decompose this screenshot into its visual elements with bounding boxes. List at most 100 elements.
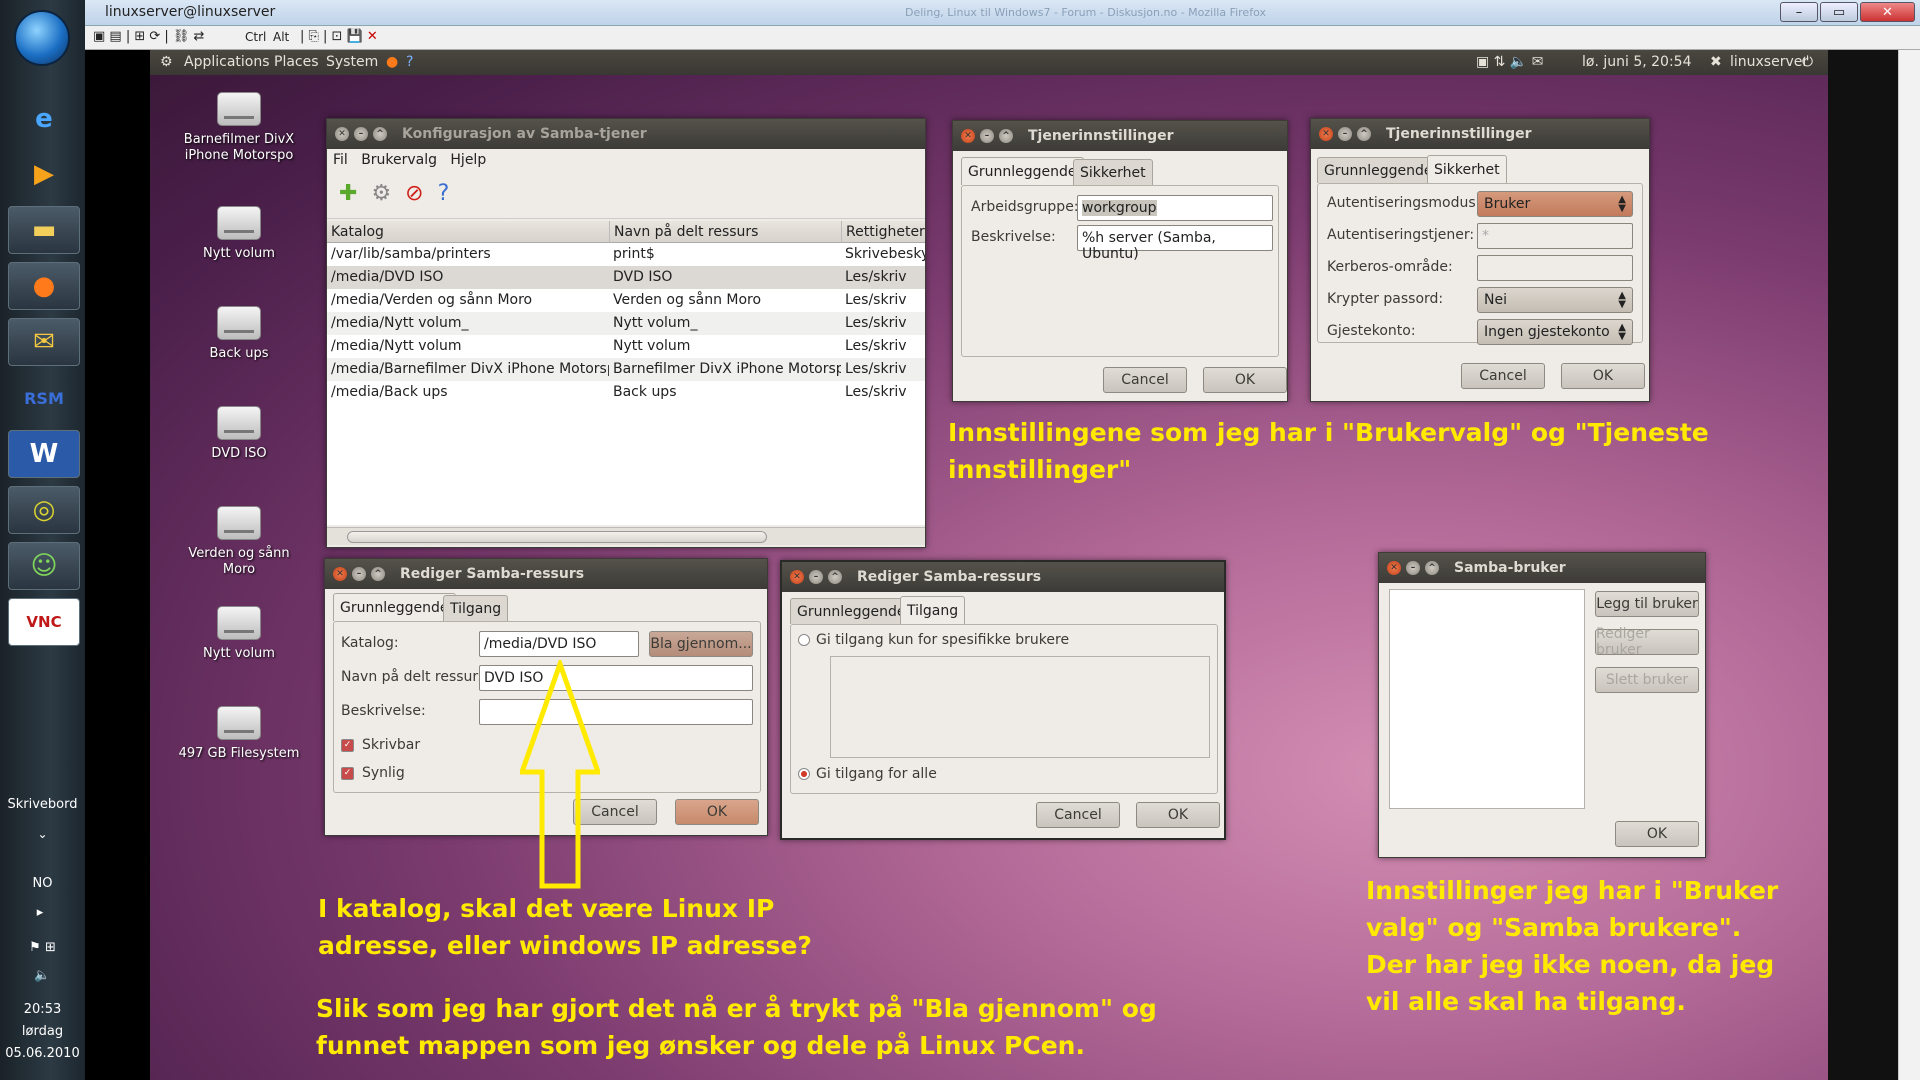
column-header-directory[interactable]: Katalog bbox=[327, 221, 609, 243]
add-share-icon[interactable]: ✚ bbox=[339, 181, 357, 206]
firefox-icon[interactable]: ● bbox=[8, 262, 80, 310]
close-icon[interactable]: ✕ bbox=[335, 127, 349, 141]
volume-icon[interactable]: 🔈 bbox=[0, 968, 85, 983]
table-row[interactable]: /media/Back ups Back ups Les/skriv bbox=[327, 381, 925, 404]
column-header-share-name[interactable]: Navn på delt ressurs bbox=[609, 221, 841, 243]
radio-all-users[interactable]: Gi tilgang for alle bbox=[798, 766, 937, 782]
horizontal-scrollbar[interactable] bbox=[327, 527, 925, 545]
minimize-icon[interactable]: – bbox=[809, 570, 823, 584]
menu-places[interactable]: Places bbox=[274, 54, 319, 70]
media-player-icon[interactable]: ▶ bbox=[8, 150, 80, 198]
language-indicator[interactable]: NO bbox=[0, 876, 85, 891]
table-row[interactable]: /var/lib/samba/printers print$ Skrivebesky bbox=[327, 243, 925, 266]
power-icon[interactable]: ⏻ bbox=[1802, 54, 1813, 70]
panel-datetime[interactable]: lø. juni 5, 20:54 bbox=[1582, 54, 1691, 70]
close-icon[interactable]: ✕ bbox=[1387, 561, 1401, 575]
add-user-button[interactable]: Legg til bruker bbox=[1595, 591, 1699, 617]
ok-button[interactable]: OK bbox=[1136, 802, 1220, 828]
alt-key-button[interactable]: Alt bbox=[273, 30, 289, 44]
cancel-button[interactable]: Cancel bbox=[1036, 802, 1120, 828]
ok-button[interactable]: OK bbox=[675, 799, 759, 825]
user-list-box[interactable] bbox=[830, 656, 1210, 758]
maximize-icon[interactable]: ^ bbox=[999, 129, 1013, 143]
table-row[interactable]: /media/Nytt volum_ Nytt volum_ Les/skriv bbox=[327, 312, 925, 335]
search-app-icon[interactable]: ◎ bbox=[8, 486, 80, 534]
maximize-icon[interactable]: ^ bbox=[373, 127, 387, 141]
desktop-label[interactable]: Skrivebord bbox=[0, 797, 85, 812]
delete-user-button[interactable]: Slett bruker bbox=[1595, 667, 1699, 693]
tray-icons[interactable]: ⚑ ⊞ bbox=[0, 940, 85, 955]
close-icon[interactable]: ✕ bbox=[961, 129, 975, 143]
arrow-right-icon[interactable]: ▸ bbox=[30, 905, 50, 920]
firefox-launcher-icon[interactable]: ● bbox=[386, 54, 398, 70]
cancel-button[interactable]: Cancel bbox=[1461, 363, 1545, 389]
writable-checkbox[interactable]: ✓ Skrivbar bbox=[341, 737, 420, 753]
chevron-down-icon[interactable]: ⌄ bbox=[0, 827, 85, 841]
guest-select[interactable]: Ingen gjestekonto ▲ ▼ bbox=[1477, 319, 1633, 345]
minimize-icon[interactable]: – bbox=[980, 129, 994, 143]
panel-status-icons[interactable]: ▣ ⇅ 🔈 ✉ bbox=[1476, 54, 1543, 70]
clock-time[interactable]: 20:53 bbox=[0, 1002, 85, 1017]
mail-icon[interactable]: ✉ bbox=[8, 318, 80, 366]
tab-access[interactable]: Tilgang bbox=[443, 595, 509, 621]
ok-button[interactable]: OK bbox=[1203, 367, 1287, 393]
explorer-folder-icon[interactable]: ▬ bbox=[8, 206, 80, 254]
close-icon[interactable]: ✕ bbox=[1319, 127, 1333, 141]
maximize-icon[interactable]: ^ bbox=[1425, 561, 1439, 575]
rsm-icon[interactable]: RSM bbox=[8, 374, 80, 422]
radio-specific-users[interactable]: Gi tilgang kun for spesifikke brukere bbox=[798, 632, 1069, 648]
auth-server-input[interactable]: * bbox=[1477, 223, 1633, 249]
tab-basic[interactable]: Grunnleggende bbox=[1317, 157, 1440, 183]
directory-input[interactable]: /media/DVD ISO bbox=[479, 631, 639, 657]
user-icon[interactable]: ✖ bbox=[1710, 54, 1722, 70]
delete-share-icon[interactable]: ⊘ bbox=[405, 181, 423, 206]
properties-gear-icon[interactable]: ⚙ bbox=[371, 181, 391, 206]
desktop-icon-drive[interactable]: Verden og sånn Moro bbox=[174, 506, 304, 578]
close-icon[interactable]: ✕ bbox=[333, 567, 347, 581]
ctrl-key-button[interactable]: Ctrl bbox=[245, 30, 266, 44]
scrollbar-thumb[interactable] bbox=[347, 531, 767, 543]
desktop-icon-drive[interactable]: Nytt volum bbox=[174, 606, 304, 662]
desktop-icon-drive[interactable]: 497 GB Filesystem bbox=[174, 706, 304, 762]
menu-help[interactable]: Hjelp bbox=[450, 152, 486, 168]
tab-security[interactable]: Sikkerhet bbox=[1073, 159, 1153, 185]
tab-basic[interactable]: Grunnleggende bbox=[790, 598, 913, 624]
ok-button[interactable]: OK bbox=[1615, 821, 1699, 847]
visible-checkbox[interactable]: ✓ Synlig bbox=[341, 765, 405, 781]
vertical-scrollbar[interactable] bbox=[1898, 50, 1920, 1080]
menu-system[interactable]: System bbox=[326, 54, 378, 70]
internet-explorer-icon[interactable]: e bbox=[8, 95, 80, 143]
panel-user[interactable]: linuxserver bbox=[1730, 54, 1808, 70]
menu-preferences[interactable]: Brukervalg bbox=[361, 152, 437, 168]
table-row[interactable]: /media/Barnefilmer DivX iPhone Motorspo B… bbox=[327, 358, 925, 381]
desktop-icon-drive[interactable]: Back ups bbox=[174, 306, 304, 362]
minimize-icon[interactable]: – bbox=[352, 567, 366, 581]
minimize-button[interactable]: – bbox=[1780, 2, 1818, 22]
messenger-icon[interactable]: ☺ bbox=[8, 542, 80, 590]
help-icon[interactable]: ? bbox=[438, 181, 450, 206]
maximize-icon[interactable]: ^ bbox=[371, 567, 385, 581]
vnc-toolbar-icons-2[interactable]: | ⎘ | ⊡ 💾 ✕ bbox=[300, 29, 378, 44]
auth-mode-select[interactable]: Bruker ▲ ▼ bbox=[1477, 191, 1633, 217]
maximize-icon[interactable]: ^ bbox=[828, 570, 842, 584]
desktop-icon-drive[interactable]: Barnefilmer DivX iPhone Motorspo bbox=[174, 92, 304, 164]
table-row[interactable]: /media/Nytt volum Nytt volum Les/skriv bbox=[327, 335, 925, 358]
vnc-icon[interactable]: VNC bbox=[8, 598, 80, 646]
word-icon[interactable]: W bbox=[8, 430, 80, 478]
table-row-selected[interactable]: /media/DVD ISO DVD ISO Les/skriv bbox=[327, 266, 925, 289]
menu-applications[interactable]: Applications bbox=[184, 54, 270, 70]
minimize-icon[interactable]: – bbox=[354, 127, 368, 141]
table-row[interactable]: /media/Verden og sånn Moro Verden og sånn… bbox=[327, 289, 925, 312]
desktop-icon-drive[interactable]: Nytt volum bbox=[174, 206, 304, 262]
kerberos-input[interactable] bbox=[1477, 255, 1633, 281]
description-input[interactable]: %h server (Samba, Ubuntu) bbox=[1077, 225, 1273, 262]
maximize-icon[interactable]: ^ bbox=[1357, 127, 1371, 141]
tab-basic[interactable]: Grunnleggende bbox=[961, 157, 1084, 185]
tab-access[interactable]: Tilgang bbox=[900, 596, 966, 624]
desktop-icon-drive[interactable]: DVD ISO bbox=[174, 406, 304, 462]
workgroup-input[interactable]: workgroup bbox=[1077, 195, 1273, 221]
close-button[interactable]: ✕ bbox=[1860, 2, 1915, 22]
edit-user-button[interactable]: Rediger bruker bbox=[1595, 626, 1699, 658]
minimize-icon[interactable]: – bbox=[1338, 127, 1352, 141]
maximize-button[interactable]: ▭ bbox=[1820, 2, 1858, 22]
